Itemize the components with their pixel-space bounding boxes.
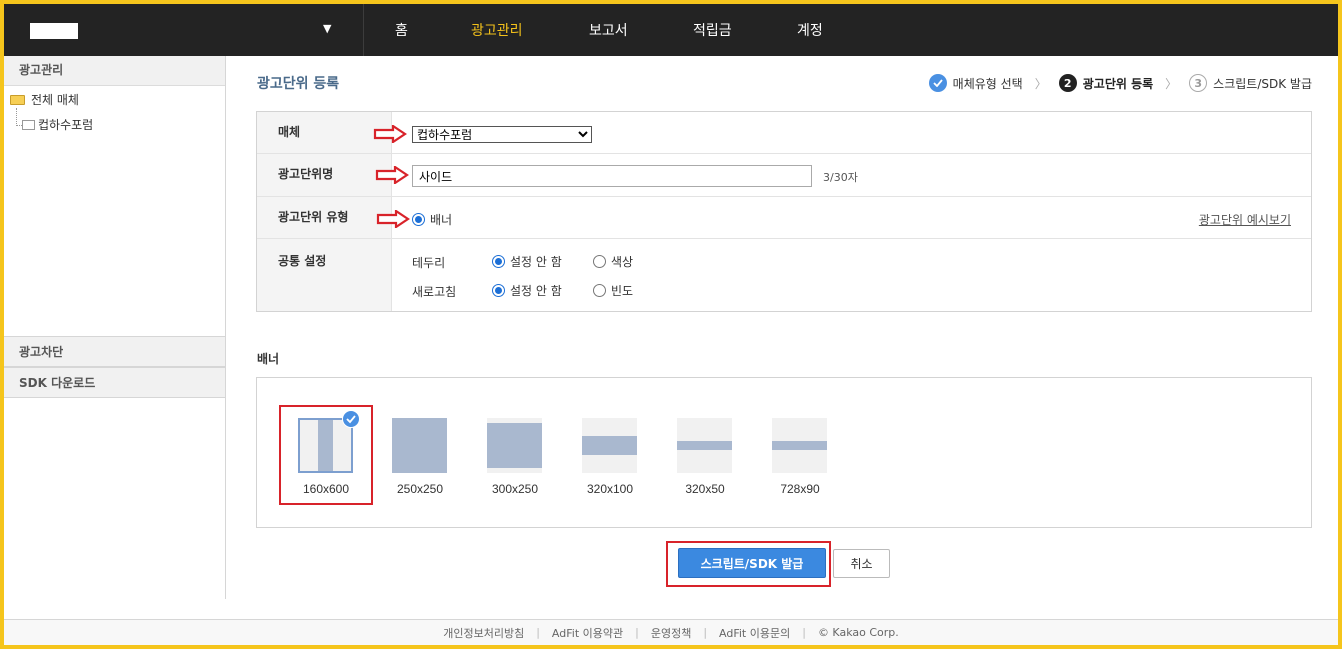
sidebar-item-sdk-download[interactable]: SDK 다운로드 <box>4 367 225 398</box>
name-label: 광고단위명 <box>257 154 392 196</box>
sidebar-header[interactable]: 광고관리 <box>4 56 225 86</box>
refresh-label: 새로고침 <box>412 285 457 299</box>
footer: 개인정보처리방침 | AdFit 이용약관 | 운영정책 | AdFit 이용문… <box>4 619 1338 645</box>
border-color-radio[interactable]: 색상 <box>593 253 633 270</box>
footer-link-privacy[interactable]: 개인정보처리방침 <box>443 625 524 641</box>
border-none-label: 설정 안 함 <box>510 255 562 269</box>
name-char-counter: 3/30자 <box>823 171 858 184</box>
banner-320x50-icon <box>677 418 732 473</box>
nav-item-home[interactable]: 홈 <box>395 20 408 40</box>
tree-root-label: 전체 매체 <box>31 93 79 107</box>
footer-separator: | <box>802 626 806 639</box>
banner-728x90-icon <box>772 418 827 473</box>
border-label: 테두리 <box>412 256 446 270</box>
nav-item-ad-management[interactable]: 광고관리 <box>471 20 523 40</box>
size-option-728x90[interactable]: 728x90 <box>772 418 828 496</box>
footer-separator: | <box>635 626 639 639</box>
folder-icon <box>22 119 35 130</box>
radio-selected-icon <box>412 213 425 226</box>
banner-300x250-icon <box>487 418 542 473</box>
radio-empty-icon <box>593 284 606 297</box>
red-arrow-icon <box>376 210 410 228</box>
check-circle-icon <box>928 74 947 92</box>
issue-script-sdk-button[interactable]: 스크립트/SDK 발급 <box>678 548 826 578</box>
size-label: 728x90 <box>780 482 820 496</box>
step-1-label: 매체유형 선택 <box>952 76 1023 91</box>
footer-link-policy[interactable]: 운영정책 <box>651 625 691 641</box>
common-row: 공통 설정 <box>257 239 1311 311</box>
footer-link-terms[interactable]: AdFit 이용약관 <box>552 625 623 641</box>
nav-item-rewards[interactable]: 적립금 <box>693 20 732 40</box>
cancel-button[interactable]: 취소 <box>833 549 890 578</box>
size-option-250x250[interactable]: 250x250 <box>392 418 448 496</box>
nav-divider <box>363 4 364 56</box>
tree-child-label: 컵하수포럼 <box>38 118 94 132</box>
step-indicator: 매체유형 선택 〉 2 광고단위 등록 〉 3 스크립트/SDK 발급 <box>928 74 1312 92</box>
refresh-frequency-label: 빈도 <box>611 284 634 298</box>
step-3-number-icon: 3 <box>1189 74 1208 92</box>
chevron-right-icon: 〉 <box>1165 76 1178 91</box>
step-3-label: 스크립트/SDK 발급 <box>1213 76 1312 91</box>
common-label: 공통 설정 <box>257 239 392 311</box>
chevron-right-icon: 〉 <box>1034 76 1047 91</box>
size-label: 250x250 <box>396 482 444 496</box>
footer-copyright: © Kakao Corp. <box>817 626 899 639</box>
step-2: 2 광고단위 등록 <box>1058 74 1154 92</box>
radio-empty-icon <box>593 255 606 268</box>
page-title: 광고단위 등록 <box>257 76 340 92</box>
type-banner-radio[interactable]: 배너 <box>412 211 452 228</box>
type-banner-label: 배너 <box>430 213 453 227</box>
radio-selected-icon <box>492 284 505 297</box>
nav-item-reports[interactable]: 보고서 <box>589 20 628 40</box>
banner-250x250-icon <box>392 418 447 473</box>
media-label: 매체 <box>257 112 392 153</box>
refresh-none-label: 설정 안 함 <box>510 284 562 298</box>
size-option-320x50[interactable]: 320x50 <box>677 418 733 496</box>
banner-section-title: 배너 <box>257 352 280 366</box>
red-arrow-icon <box>375 166 409 184</box>
radio-selected-icon <box>492 255 505 268</box>
ad-unit-name-input[interactable] <box>412 165 812 187</box>
ad-unit-preview-link[interactable]: 광고단위 예시보기 <box>1199 211 1291 228</box>
nav-item-account[interactable]: 계정 <box>797 20 823 40</box>
size-label: 300x250 <box>491 482 539 496</box>
folder-open-icon <box>10 94 25 105</box>
tree-item-all-media[interactable]: 전체 매체 <box>10 91 79 108</box>
refresh-frequency-radio[interactable]: 빈도 <box>593 282 633 299</box>
border-color-label: 색상 <box>611 255 634 269</box>
sidebar-item-ad-block[interactable]: 광고차단 <box>4 336 225 367</box>
refresh-none-radio[interactable]: 설정 안 함 <box>492 282 562 299</box>
footer-separator: | <box>703 626 708 639</box>
step-2-label: 광고단위 등록 <box>1082 76 1154 91</box>
footer-separator: | <box>536 626 540 639</box>
banner-size-picker: 160x600 250x250 300x250 320x100 320x50 7… <box>256 377 1312 528</box>
size-label: 160x600 <box>302 482 350 496</box>
size-label: 320x100 <box>586 482 634 496</box>
step-1: 매체유형 선택 <box>928 74 1023 92</box>
ad-unit-form: 매체 광고단위명 광고단위 유형 공통 설정 컵하수포럼 3/30자 배너 광고… <box>256 111 1312 312</box>
step-2-number-icon: 2 <box>1058 74 1077 92</box>
banner-320x100-icon <box>582 418 637 473</box>
sidebar: 광고관리 전체 매체 컵하수포럼 광고차단 SDK 다운로드 <box>4 56 226 599</box>
size-label: 320x50 <box>685 482 725 496</box>
top-nav-bar: ▼ 홈 광고관리 보고서 적립금 계정 <box>4 4 1338 56</box>
logo <box>30 23 78 39</box>
media-dropdown-caret-icon[interactable]: ▼ <box>323 22 331 35</box>
size-option-320x100[interactable]: 320x100 <box>582 418 638 496</box>
footer-link-inquiry[interactable]: AdFit 이용문의 <box>719 625 790 641</box>
tree-item-media[interactable]: 컵하수포럼 <box>22 116 93 133</box>
border-none-radio[interactable]: 설정 안 함 <box>492 253 562 270</box>
size-option-300x250[interactable]: 300x250 <box>487 418 543 496</box>
media-select[interactable]: 컵하수포럼 <box>412 126 592 143</box>
check-circle-icon <box>342 410 360 428</box>
red-arrow-icon <box>373 125 407 143</box>
step-3: 3 스크립트/SDK 발급 <box>1189 74 1312 92</box>
type-label: 광고단위 유형 <box>257 197 392 238</box>
